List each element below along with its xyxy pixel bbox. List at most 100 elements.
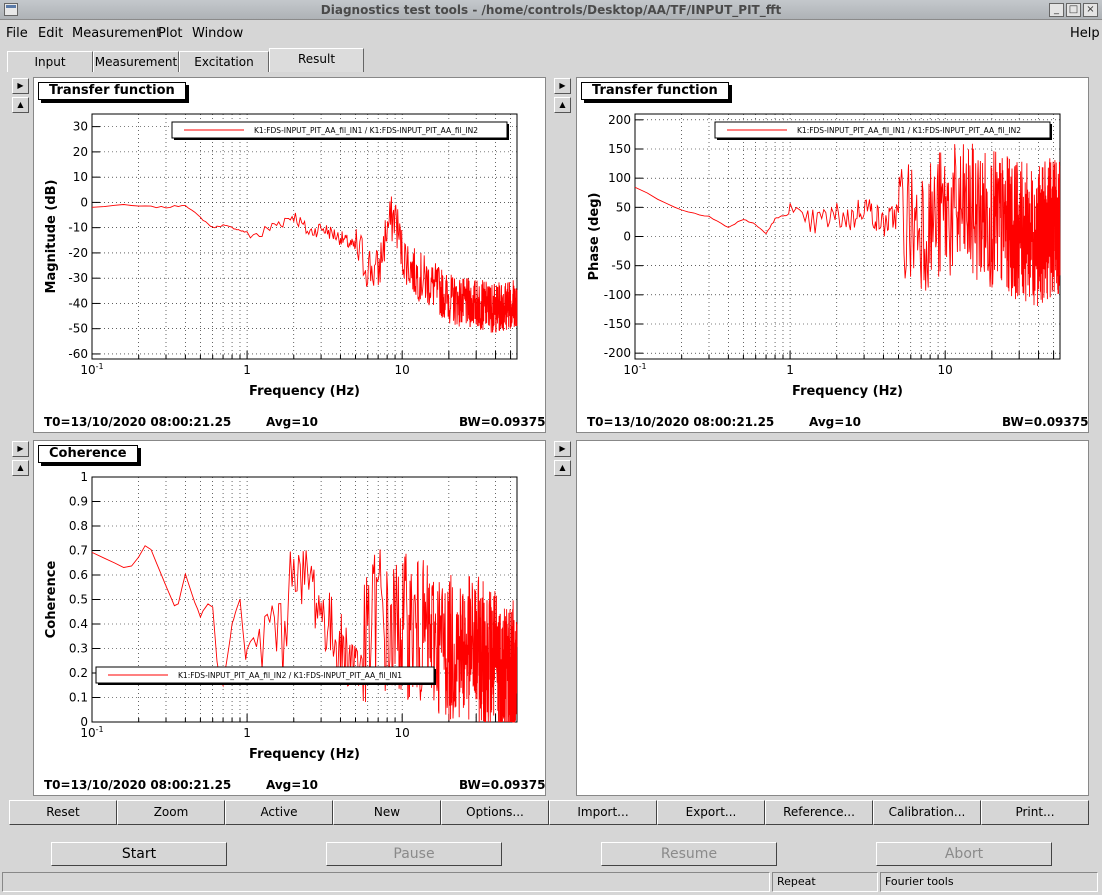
panel4-collapse-icon[interactable]: ▲ [554, 460, 571, 476]
y-tick-label: 0 [623, 230, 631, 244]
x-axis-label: Frequency (Hz) [249, 384, 360, 399]
series-line [91, 545, 518, 723]
plot-panel-coherence[interactable]: 1 0.9 0.8 0.7 0.6 0.5 0.4 0.3 0.2 0.1 0 10-1 1 10 Freq… [33, 440, 546, 796]
y-tick-label: 1 [80, 470, 88, 484]
status-tools: Fourier tools [880, 872, 1098, 892]
y-tick-label: -50 [611, 259, 631, 273]
y-tick-label: 10 [73, 170, 88, 184]
status-message [2, 872, 770, 892]
reference-button[interactable]: Reference... [765, 800, 873, 825]
panel2-collapse-icon[interactable]: ▲ [554, 97, 571, 113]
phase-plot[interactable]: 200 150 100 50 0 -50 -100 -150 -200 10-1 1 10 Freque… [577, 78, 1090, 434]
legend-label: K1:FDS-INPUT_PIT_AA_fil_IN1 / K1:FDS-INP… [254, 126, 478, 135]
pause-button[interactable]: Pause [326, 842, 502, 866]
y-tick-label: 0.8 [69, 519, 88, 533]
menu-file[interactable]: File [6, 26, 28, 41]
y-tick-label: 200 [608, 113, 631, 127]
menu-help[interactable]: Help [1070, 26, 1100, 41]
close-icon[interactable]: × [1083, 3, 1098, 17]
legend-label: K1:FDS-INPUT_PIT_AA_fil_IN1 / K1:FDS-INP… [797, 126, 1021, 135]
y-tick-label: -30 [68, 271, 88, 285]
menu-bar: File Edit Measurement Plot Window Help [0, 22, 1102, 44]
x-tick-label: 10-1 [623, 362, 646, 377]
y-tick-label: 0.5 [69, 593, 88, 607]
plot-panel-magnitude[interactable]: 30 20 10 0 -10 -20 -30 -40 -50 -60 10-1 1 10 Frequenc… [33, 77, 546, 433]
y-axis-label: Coherence [44, 561, 59, 639]
zoom-button[interactable]: Zoom [117, 800, 225, 825]
y-tick-label: -20 [68, 246, 88, 260]
series-line [634, 143, 1061, 307]
options-button[interactable]: Options... [441, 800, 549, 825]
export-button[interactable]: Export... [657, 800, 765, 825]
panel-label: Coherence [38, 445, 138, 463]
status-repeat: Repeat [772, 872, 878, 892]
y-tick-label: -50 [68, 322, 88, 336]
y-tick-label: 0.2 [69, 666, 88, 680]
y-tick-label: 0.6 [69, 568, 88, 582]
y-tick-label: -100 [604, 288, 631, 302]
avg-label: Avg=10 [266, 415, 319, 429]
x-tick-label: 10-1 [80, 725, 103, 740]
minimize-icon[interactable]: _ [1049, 3, 1064, 17]
panel4-expand-icon[interactable]: ▶ [554, 441, 571, 457]
y-tick-label: 20 [73, 145, 88, 159]
menu-edit[interactable]: Edit [38, 26, 63, 41]
y-tick-label: 0.1 [69, 691, 88, 705]
y-tick-label: -150 [604, 317, 631, 331]
tab-excitation[interactable]: Excitation [179, 51, 269, 72]
panel3-collapse-icon[interactable]: ▲ [12, 460, 29, 476]
import-button[interactable]: Import... [549, 800, 657, 825]
window-titlebar: Diagnostics test tools - /home/controls/… [0, 0, 1102, 20]
y-axis-label: Phase (deg) [587, 193, 602, 281]
abort-button[interactable]: Abort [876, 842, 1052, 866]
y-tick-label: 0.3 [69, 642, 88, 656]
avg-label: Avg=10 [809, 415, 862, 429]
maximize-icon[interactable]: □ [1066, 3, 1081, 17]
status-bar: Repeat Fourier tools [0, 871, 1102, 895]
calibration-button[interactable]: Calibration... [873, 800, 981, 825]
y-tick-label: -40 [68, 296, 88, 310]
start-button[interactable]: Start [51, 842, 227, 866]
bw-label: BW=0.09375 [1002, 415, 1089, 429]
y-tick-label: -10 [68, 221, 88, 235]
x-tick-label: 10-1 [80, 362, 103, 377]
coherence-plot[interactable]: 10.90.80.70.60.50.40.30.20.1010-1 1 10Freq… [34, 441, 547, 797]
new-button[interactable]: New [333, 800, 441, 825]
menu-measurement[interactable]: Measurement [72, 26, 161, 41]
x-tick-label: 10 [938, 363, 953, 377]
plot-panel-empty[interactable] [576, 440, 1089, 796]
menu-plot[interactable]: Plot [158, 26, 183, 41]
y-tick-label: 100 [608, 171, 631, 185]
menu-window[interactable]: Window [192, 26, 243, 41]
panel1-collapse-icon[interactable]: ▲ [12, 97, 29, 113]
print-button[interactable]: Print... [981, 800, 1089, 825]
y-tick-label: 150 [608, 142, 631, 156]
y-tick-label: 50 [616, 200, 631, 214]
y-tick-label: -200 [604, 346, 631, 360]
tab-bar: Input Measurement Excitation Result [0, 48, 1102, 72]
tab-input[interactable]: Input [7, 51, 93, 72]
panel2-expand-icon[interactable]: ▶ [554, 78, 571, 94]
x-tick-label: 1 [786, 363, 794, 377]
y-tick-label: -60 [68, 347, 88, 361]
y-axis-label: Magnitude (dB) [44, 180, 59, 294]
active-button[interactable]: Active [225, 800, 333, 825]
x-axis-label: Frequency (Hz) [249, 747, 360, 762]
resume-button[interactable]: Resume [601, 842, 777, 866]
y-tick-label: 0.7 [69, 544, 88, 558]
tab-measurement[interactable]: Measurement [93, 51, 179, 72]
panel1-expand-icon[interactable]: ▶ [12, 78, 29, 94]
reset-button[interactable]: Reset [9, 800, 117, 825]
y-tick-label: 0.9 [69, 495, 88, 509]
bw-label: BW=0.09375 [459, 415, 546, 429]
t0-label: T0=13/10/2020 08:00:21.25 [44, 415, 232, 429]
magnitude-plot[interactable]: 30 20 10 0 -10 -20 -30 -40 -50 -6010-1 1 10 Frequenc… [34, 78, 547, 434]
series-line [91, 196, 518, 333]
y-tick-label: 0 [80, 195, 88, 209]
plot-panel-phase[interactable]: 200 150 100 50 0 -50 -100 -150 -200 10-1 1 10 Freque… [576, 77, 1089, 433]
x-tick-label: 1 [243, 726, 251, 740]
avg-label: Avg=10 [266, 778, 319, 792]
tab-result[interactable]: Result [269, 48, 364, 72]
x-tick-label: 10 [395, 726, 410, 740]
panel3-expand-icon[interactable]: ▶ [12, 441, 29, 457]
